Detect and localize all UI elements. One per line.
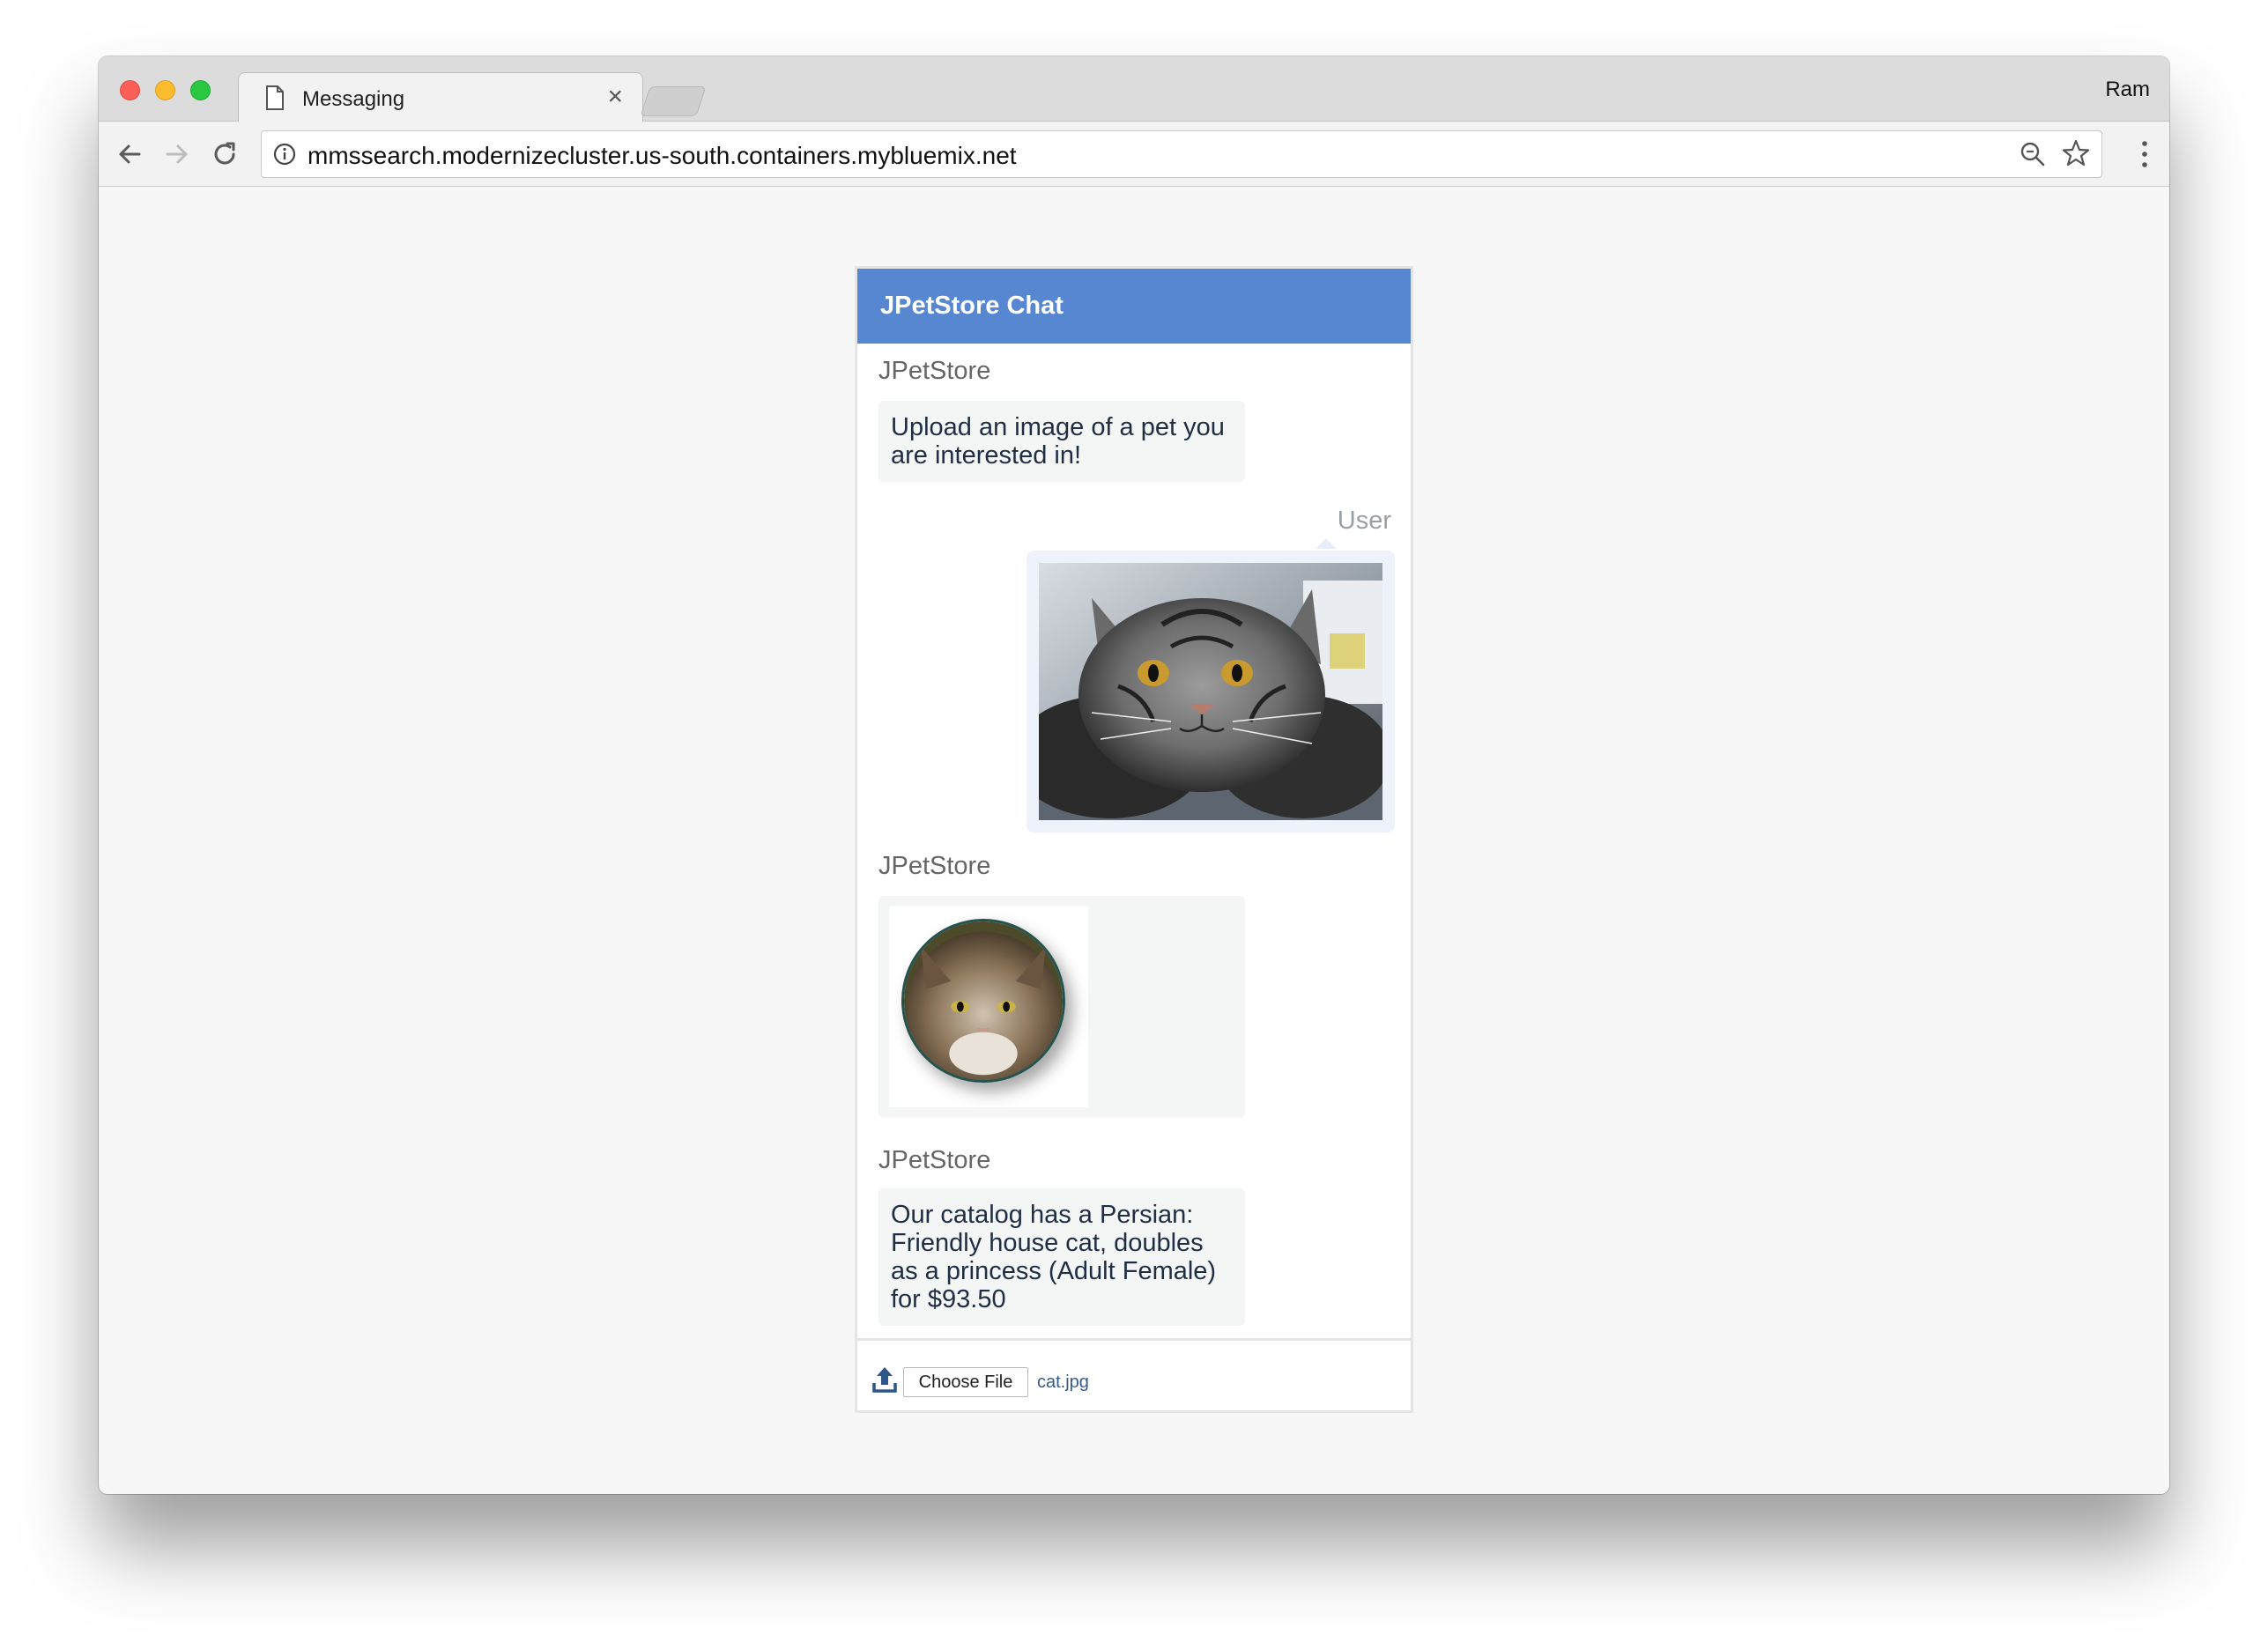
new-tab-button[interactable] [640,86,707,116]
message-text: Our catalog has a Persian: Friendly hous… [891,1201,1217,1313]
back-button[interactable] [113,137,146,171]
tab-close-icon[interactable]: × [607,82,623,111]
forward-arrow-icon [166,144,188,164]
kebab-menu-icon[interactable] [2139,139,2150,169]
chat-title: JPetStore Chat [880,292,1064,320]
user-image-bubble [1027,551,1395,832]
zoom-icon[interactable] [2019,140,2047,168]
address-bar[interactable]: mmssearch.modernizecluster.us-south.cont… [261,130,2102,178]
message-sender: JPetStore [878,852,991,880]
minimize-window-button[interactable] [155,80,175,100]
chat-footer: Choose File cat.jpg [857,1338,1411,1410]
bookmark-star-icon[interactable] [2061,138,2091,168]
message-text: Upload an image of a pet you are interes… [891,413,1225,470]
maximize-window-button[interactable] [190,80,211,100]
message-sender: JPetStore [878,357,991,385]
info-icon[interactable] [272,142,297,166]
upload-icon[interactable] [871,1365,898,1394]
reload-icon [214,142,235,165]
message-bubble: Upload an image of a pet you are interes… [878,401,1245,482]
choose-file-button[interactable]: Choose File [903,1367,1028,1397]
message-sender: JPetStore [878,1146,991,1174]
tab-messaging[interactable]: Messaging × [238,72,643,122]
message-sender: User [1337,507,1391,535]
page-icon [266,85,284,110]
browser-window: Messaging × Ram mmssearch.modernizeclust… [99,56,2169,1494]
selected-file-name: cat.jpg [1037,1372,1089,1392]
uploaded-cat-photo[interactable] [1039,563,1382,820]
profile-name[interactable]: Ram [2105,78,2150,102]
tab-title: Messaging [302,87,405,111]
browser-toolbar: mmssearch.modernizecluster.us-south.cont… [99,122,2169,187]
chat-header: JPetStore Chat [857,269,1411,344]
reload-button[interactable] [208,137,241,171]
back-arrow-icon [119,144,141,164]
forward-button[interactable] [160,137,194,171]
chat-widget: JPetStore Chat JPetStore Upload an image… [855,266,1413,1413]
tab-strip: Messaging × Ram [99,56,2169,122]
result-card [889,906,1088,1107]
result-image-bubble [878,896,1245,1118]
close-window-button[interactable] [120,80,140,100]
url-text[interactable]: mmssearch.modernizecluster.us-south.cont… [308,142,1017,170]
bubble-tail [1316,538,1337,549]
message-bubble: Our catalog has a Persian: Friendly hous… [878,1188,1245,1326]
persian-cat-image[interactable] [901,919,1065,1083]
